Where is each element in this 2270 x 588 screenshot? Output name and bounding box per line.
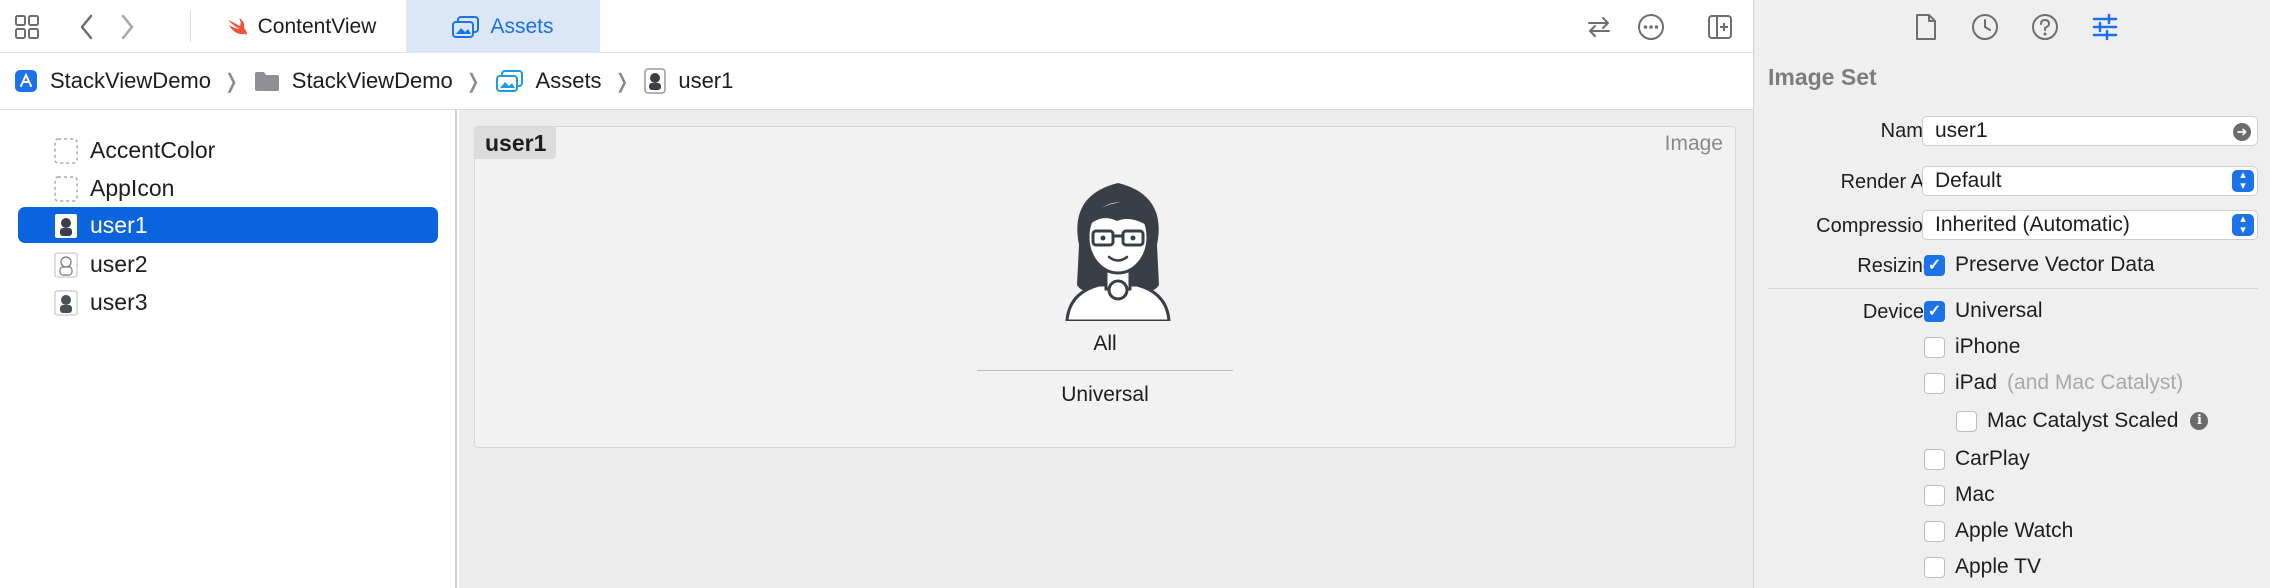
tab-contentview[interactable]: ContentView [196,0,406,53]
device-universal-checkbox[interactable]: ✓ Universal [1924,299,2043,323]
add-editor-icon[interactable] [1703,10,1737,44]
breadcrumb-folder[interactable]: StackViewDemo [254,68,453,94]
swift-icon [226,17,248,37]
xcode-window: ContentView Assets StackViewDemo ❭ Stack… [0,0,2270,588]
popup-stepper-icon: ▴ ▾ [2232,170,2254,192]
swap-arrows-icon[interactable] [1582,10,1616,44]
asset-catalog-icon [452,15,480,38]
go-arrow-icon[interactable]: ➜ [2233,123,2251,141]
related-items-grid-icon[interactable] [10,10,44,44]
list-item-user3[interactable]: user3 [18,284,438,320]
breadcrumb-chevron-icon: ❭ [223,70,240,93]
compression-popup[interactable]: Inherited (Automatic) ▴ ▾ [1922,210,2258,240]
user3-thumbnail-icon [54,290,78,316]
breadcrumb-project[interactable]: StackViewDemo [14,68,211,94]
image-set-kind: Image [1664,132,1723,155]
help-inspector-icon[interactable] [2028,10,2062,44]
breadcrumb-chevron-icon: ❭ [464,70,482,93]
user1-avatar-image[interactable] [1059,175,1177,321]
slot-sublabel: Universal [1061,383,1149,406]
device-mac-catalyst-scaled-checkbox[interactable]: Mac Catalyst Scaled i [1956,409,2209,433]
info-icon[interactable]: i [2190,412,2209,430]
tab-label: Assets [490,14,554,38]
more-options-icon[interactable] [1634,10,1668,44]
user2-thumbnail-icon [54,252,78,278]
app-icon-set-icon [54,176,78,202]
image-set-title: user1 [475,127,557,159]
device-iphone-checkbox[interactable]: iPhone [1924,335,2020,359]
breadcrumb: StackViewDemo ❭ StackViewDemo ❭ Assets ❭… [0,53,1753,110]
editor-toolbar: ContentView Assets [0,0,1753,53]
tab-label: ContentView [257,14,377,38]
slot-divider [977,370,1233,371]
preserve-vector-data-checkbox[interactable]: ✓ Preserve Vector Data [1924,253,2155,277]
list-item-appicon[interactable]: AppIcon [18,170,438,206]
device-carplay-checkbox[interactable]: CarPlay [1924,447,2030,471]
user1-thumbnail-icon [54,213,78,239]
color-set-icon [54,138,78,164]
device-mac-checkbox[interactable]: Mac [1924,483,1995,507]
breadcrumb-chevron-icon: ❭ [613,70,631,93]
checkmark-icon: ✓ [1924,300,1945,322]
image-set-card: user1 Image All Universal [474,126,1736,448]
list-item-user2[interactable]: user2 [18,246,438,282]
xcode-project-icon [14,69,38,93]
name-field[interactable]: user1 ➜ [1922,116,2258,146]
file-inspector-icon[interactable] [1909,10,1943,44]
history-inspector-icon[interactable] [1968,10,2002,44]
resizing-label: Resizing [1857,255,1934,277]
device-ipad-checkbox[interactable]: iPad (and Mac Catalyst) [1924,371,2183,395]
device-apple-tv-checkbox[interactable]: Apple TV [1924,555,2041,579]
image-set-thumbnail-icon [644,68,667,94]
inspector-tab-bar [1754,0,2270,52]
checkmark-icon: ✓ [1924,254,1945,276]
toolbar-divider [190,10,191,42]
list-item-user1[interactable]: user1 [18,207,438,243]
back-chevron-icon[interactable] [70,10,104,44]
breadcrumb-assets[interactable]: Assets [495,68,602,94]
inspector-heading: Image Set [1768,64,1877,90]
compression-label: Compression [1816,215,1934,237]
inspector-divider [1768,288,2258,289]
forward-chevron-icon[interactable] [110,10,144,44]
device-apple-watch-checkbox[interactable]: Apple Watch [1924,519,2073,543]
inspector-panel: Image Set Name user1 ➜ Render As Default… [1753,0,2270,588]
list-item-accentcolor[interactable]: AccentColor [18,132,438,168]
tab-assets[interactable]: Assets [406,0,600,53]
attributes-inspector-icon[interactable] [2088,10,2122,44]
slot-label: All [1093,332,1117,355]
asset-navigator: AccentColor AppIcon user1 user2 user3 [0,110,457,588]
render-as-popup[interactable]: Default ▴ ▾ [1922,166,2258,196]
breadcrumb-image-set[interactable]: user1 [644,68,733,94]
asset-catalog-icon [495,70,524,92]
folder-icon [254,70,280,92]
render-as-label: Render As [1840,171,1934,193]
asset-editor: user1 Image All Universal [459,110,1753,588]
popup-stepper-icon: ▴ ▾ [2232,214,2254,236]
